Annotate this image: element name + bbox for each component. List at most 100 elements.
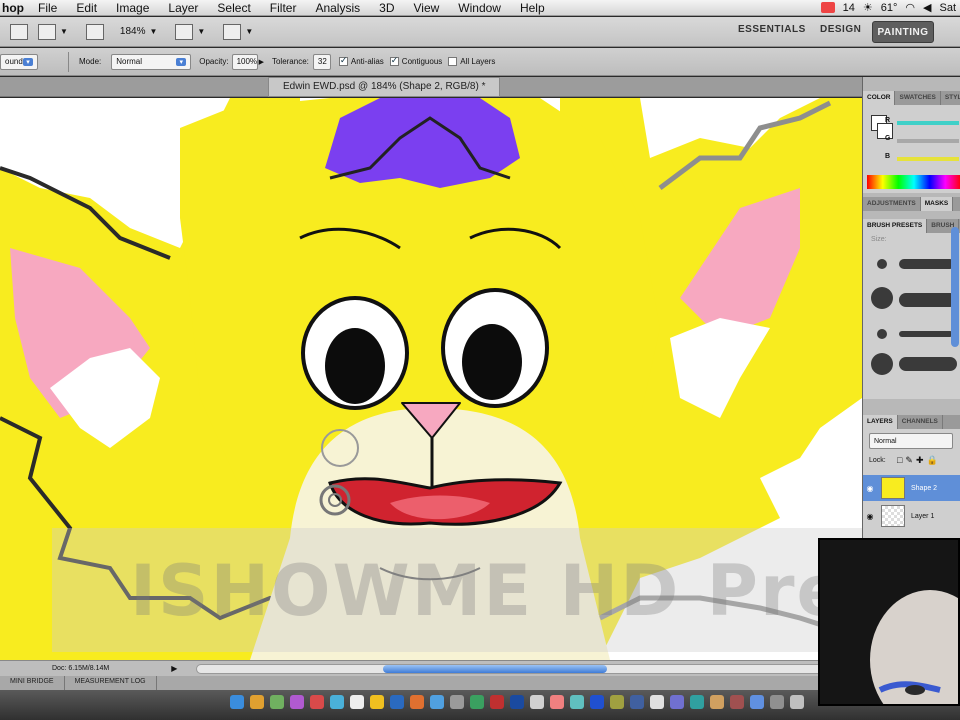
menu-select[interactable]: Select [217,1,250,15]
all-layers-option[interactable]: All Layers [448,57,495,67]
weather-icon[interactable]: ☀ [863,1,873,14]
menu-image[interactable]: Image [116,1,149,15]
workspace-design[interactable]: DESIGN [820,24,861,35]
panel-scrollbar[interactable] [951,227,959,347]
screen-mode-dropdown-icon[interactable]: ▼ [245,27,253,36]
tolerance-input[interactable]: 32 [312,53,331,70]
dock-app-icon[interactable] [550,695,564,709]
dock-app-icon[interactable] [230,695,244,709]
zoom-level[interactable]: 184% [120,26,146,37]
fill-source-select[interactable]: ound ▾ [0,53,38,70]
tab-mini-bridge[interactable]: MINI BRIDGE [0,676,65,690]
menu-file[interactable]: File [38,1,57,15]
contiguous-option[interactable]: Contiguous [389,55,442,67]
menu-help[interactable]: Help [520,1,545,15]
layer-row-shape-2[interactable]: ◉ Shape 2 [863,475,960,501]
tab-masks[interactable]: MASKS [920,197,954,211]
status-menu-arrow-icon[interactable]: ▶ [171,664,177,673]
dock-app-icon[interactable] [470,695,484,709]
clock[interactable]: Sat [939,2,956,14]
tab-measurement-log[interactable]: MEASUREMENT LOG [65,676,157,690]
menu-3d[interactable]: 3D [379,1,394,15]
brush-preset-stroke[interactable] [899,293,957,307]
document-tab[interactable]: Edwin EWD.psd @ 184% (Shape 2, RGB/8) * [268,77,501,97]
dock-app-icon[interactable] [330,695,344,709]
menu-edit[interactable]: Edit [76,1,97,15]
g-slider[interactable] [897,139,959,143]
volume-icon[interactable]: ◀ [923,1,931,14]
dock-app-icon[interactable] [730,695,744,709]
dock-app-icon[interactable] [430,695,444,709]
tab-channels[interactable]: CHANNELS [898,415,943,429]
hand-tool-icon[interactable] [85,23,104,40]
menu-analysis[interactable]: Analysis [315,1,360,15]
brush-preset-tip[interactable] [877,259,887,269]
mail-icon[interactable] [820,2,835,13]
wifi-icon[interactable]: ◠ [905,1,915,14]
brush-preset-stroke[interactable] [899,331,953,337]
dock-app-icon[interactable] [410,695,424,709]
brush-presets-list[interactable] [863,249,960,399]
tab-adjustments[interactable]: ADJUSTMENTS [863,197,921,211]
mode-select[interactable]: Normal ▾ [111,53,192,70]
antialias-checkbox[interactable] [338,55,348,67]
tab-brush-presets[interactable]: BRUSH PRESETS [863,219,928,233]
workspace-essentials[interactable]: ESSENTIALS [738,24,806,35]
color-ramp[interactable] [867,175,960,189]
menu-window[interactable]: Window [458,1,501,15]
dock-app-icon[interactable] [270,695,284,709]
menu-filter[interactable]: Filter [270,1,297,15]
menu-layer[interactable]: Layer [168,1,198,15]
tab-layers[interactable]: LAYERS [863,415,898,429]
contiguous-checkbox[interactable] [389,55,399,67]
bridge-icon[interactable] [10,23,28,40]
eye-icon[interactable]: ◉ [863,484,877,493]
dock-app-icon[interactable] [510,695,524,709]
dock-app-icon[interactable] [650,695,664,709]
dock-app-icon[interactable] [570,695,584,709]
opacity-slider-icon[interactable]: ▶ [259,58,264,66]
document-canvas[interactable]: ISHOWME HD Preview [0,98,862,660]
tab-styles[interactable]: STYLES [941,91,960,105]
brush-preset-stroke[interactable] [899,357,957,371]
brush-preset-stroke[interactable] [899,259,955,269]
dock-app-icon[interactable] [250,695,264,709]
layer-row-layer-1[interactable]: ◉ Layer 1 [863,503,960,529]
blend-mode-select[interactable]: Normal [869,433,953,449]
b-slider[interactable] [897,157,959,161]
dock-app-icon[interactable] [750,695,764,709]
doc-size[interactable]: Doc: 6.15M/8.14M [52,665,109,672]
brush-preset-tip[interactable] [877,329,887,339]
dock-app-icon[interactable] [490,695,504,709]
tab-color[interactable]: COLOR [863,91,896,105]
dock-app-icon[interactable] [390,695,404,709]
dock-app-icon[interactable] [450,695,464,709]
horizontal-scroll-thumb[interactable] [383,665,607,673]
dock-app-icon[interactable] [670,695,684,709]
menu-view[interactable]: View [413,1,439,15]
opacity-input[interactable]: 100% [231,53,258,70]
workspace-painting[interactable]: PAINTING [872,21,934,43]
dock-app-icon[interactable] [530,695,544,709]
dock-app-icon[interactable] [690,695,704,709]
dock-app-icon[interactable] [370,695,384,709]
dock-trash-icon[interactable] [790,695,804,709]
dock-app-icon[interactable] [290,695,304,709]
eye-icon[interactable]: ◉ [863,512,877,521]
antialias-option[interactable]: Anti-alias [338,55,384,67]
brush-preset-tip[interactable] [871,287,893,309]
tab-swatches[interactable]: SWATCHES [895,91,941,105]
arrange-docs-icon[interactable] [175,23,194,40]
lock-icons[interactable]: □✎✚🔒 [897,455,941,466]
screen-mode-icon[interactable] [223,23,242,40]
dock-app-icon[interactable] [770,695,784,709]
r-slider[interactable] [897,121,959,125]
dock-app-icon[interactable] [310,695,324,709]
chevron-down-icon[interactable]: ▼ [60,27,68,36]
dock-app-icon[interactable] [350,695,364,709]
horizontal-scrollbar[interactable] [196,664,856,674]
app-menu[interactable]: hop [2,1,24,15]
dock-app-icon[interactable] [610,695,624,709]
zoom-dropdown-icon[interactable]: ▼ [150,27,158,36]
minibridge-icon[interactable] [38,23,56,40]
